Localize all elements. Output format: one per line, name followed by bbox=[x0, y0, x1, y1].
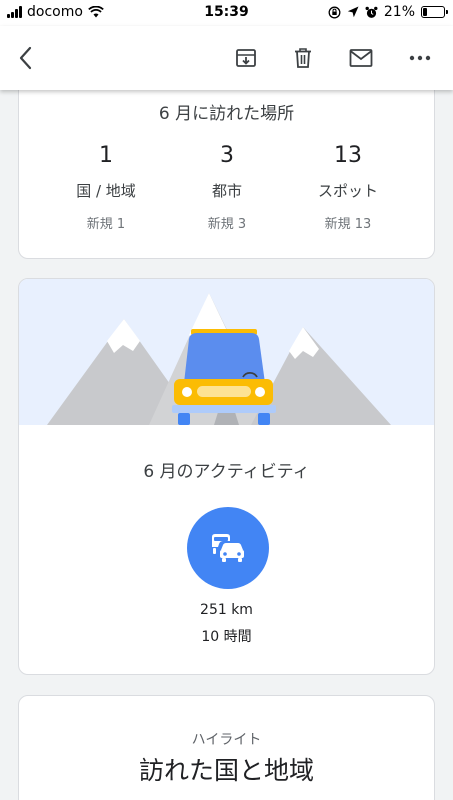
archive-icon bbox=[236, 49, 256, 67]
stat-value: 3 bbox=[220, 143, 234, 168]
battery-percent: 21% bbox=[383, 4, 415, 20]
activity-duration: 10 時間 bbox=[201, 629, 252, 645]
location-arrow-icon bbox=[347, 6, 359, 18]
activity-summary-card: 6 月のアクティビティ 251 km 10 時間 bbox=[18, 278, 435, 675]
status-right: 21% bbox=[328, 4, 448, 20]
alarm-icon bbox=[365, 6, 378, 18]
driving-activity-badge bbox=[187, 507, 269, 589]
status-bar: docomo 15:39 21% bbox=[0, 0, 453, 26]
stat-value: 1 bbox=[99, 143, 113, 168]
email-button[interactable] bbox=[347, 44, 375, 72]
app-toolbar bbox=[0, 26, 453, 90]
stat-countries: 1 国 / 地域 新規 1 bbox=[36, 143, 176, 232]
battery-fill bbox=[423, 8, 428, 16]
stat-spots: 13 スポット 新規 13 bbox=[278, 143, 418, 232]
lock-rotation-icon bbox=[328, 6, 341, 18]
stat-label: 国 / 地域 bbox=[76, 182, 136, 200]
stat-cities: 3 都市 新規 3 bbox=[157, 143, 297, 232]
places-card-title: 6 月に訪れた場所 bbox=[158, 104, 295, 124]
stat-label: スポット bbox=[317, 182, 378, 200]
highlight-card[interactable]: ハイライト 訪れた国と地域 bbox=[18, 695, 435, 800]
more-options-button[interactable] bbox=[406, 44, 434, 72]
delete-button[interactable] bbox=[289, 44, 317, 72]
back-button[interactable] bbox=[12, 44, 40, 72]
driving-icon bbox=[212, 534, 244, 562]
mail-icon bbox=[349, 49, 373, 67]
more-horizontal-icon bbox=[409, 55, 431, 61]
stat-value: 13 bbox=[334, 143, 362, 168]
highlight-label: ハイライト bbox=[191, 732, 262, 748]
stat-new-count: 新規 1 bbox=[86, 217, 126, 232]
stat-label: 都市 bbox=[211, 182, 242, 200]
highlight-title: 訪れた国と地域 bbox=[138, 756, 314, 785]
road-trip-illustration bbox=[19, 279, 434, 425]
activity-distance: 251 km bbox=[200, 602, 253, 618]
archive-button[interactable] bbox=[232, 44, 260, 72]
battery-icon bbox=[421, 6, 448, 18]
stat-new-count: 新規 3 bbox=[207, 217, 247, 232]
activity-card-title: 6 月のアクティビティ bbox=[143, 462, 310, 482]
trash-icon bbox=[295, 48, 311, 68]
stat-new-count: 新規 13 bbox=[324, 217, 372, 232]
chevron-left-icon bbox=[19, 46, 32, 70]
